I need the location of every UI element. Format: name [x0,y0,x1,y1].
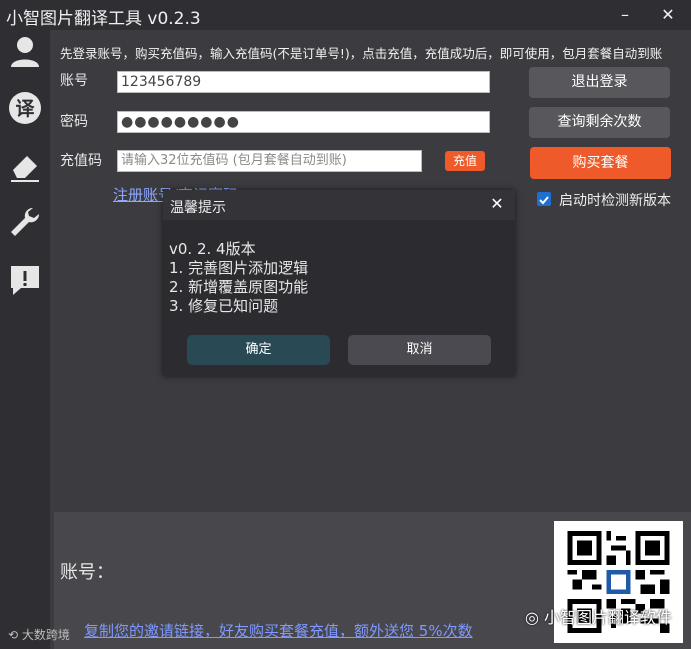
cancel-button[interactable]: 取消 [348,335,491,365]
sidebar: 译 [0,30,50,649]
dialog-title: 温馨提示 [170,200,226,216]
translate-icon[interactable]: 译 [7,90,43,126]
charge-button[interactable]: 充值 [445,151,485,171]
close-icon[interactable]: ✕ [655,3,681,27]
username-label: 账号 [60,73,88,89]
password-label: 密码 [60,114,88,130]
dialog-line: v0. 2. 4版本 [169,240,256,258]
dialog-line: 2. 新增覆盖原图功能 [169,278,309,296]
logout-button[interactable]: 退出登录 [529,67,670,98]
alert-icon[interactable] [7,262,43,298]
app-title: 小智图片翻译工具 v0.2.3 [6,9,201,29]
svg-text:译: 译 [15,98,35,120]
title-bar: 小智图片翻译工具 v0.2.3 – ✕ [0,0,691,30]
wrench-icon[interactable] [7,204,43,240]
buy-package-button[interactable]: 购买套餐 [530,147,671,179]
dialog-header: 温馨提示 ✕ [163,190,515,220]
wechat-icon: ◎ [525,608,545,627]
ok-button[interactable]: 确定 [187,335,330,365]
dialog-line: 1. 完善图片添加逻辑 [169,259,309,277]
checkmark-icon [539,196,549,205]
dialog-line: 3. 修复已知问题 [169,297,279,315]
recharge-code-label: 充值码 [60,153,102,169]
watermark-text: 小智图片翻译软件 [544,608,673,627]
check-update-checkbox[interactable] [537,192,551,206]
bottom-account-label: 账号： [60,562,114,583]
query-remaining-button[interactable]: 查询剩余次数 [529,107,670,138]
user-icon[interactable] [7,33,43,69]
eraser-icon[interactable] [7,148,43,184]
invite-link[interactable]: 复制您的邀请链接，好友购买套餐充值，额外送您 5%次数 [84,620,473,641]
recharge-code-input[interactable]: 请输入32位充值码 (包月套餐自动到账) [117,150,422,172]
instruction-notice: 先登录账号，购买充值码，输入充值码(不是订单号!)，点击充值，充值成功后，即可使… [60,46,663,61]
brand-logo-icon: ⟲ [8,628,22,642]
watermark-text: 大数跨境 [21,628,70,642]
minimize-icon[interactable]: – [612,3,638,27]
notice-dialog: 温馨提示 ✕ v0. 2. 4版本 1. 完善图片添加逻辑 2. 新增覆盖原图功… [163,190,515,376]
watermark-left: ⟲ 大数跨境 [8,626,70,643]
watermark-right: ◎ 小智图片翻译软件 [525,604,672,628]
username-field[interactable]: 123456789 [117,71,490,93]
password-field[interactable]: ●●●●●●●●● [117,111,490,133]
close-icon[interactable]: ✕ [487,194,507,214]
check-update-label: 启动时检测新版本 [559,193,671,209]
